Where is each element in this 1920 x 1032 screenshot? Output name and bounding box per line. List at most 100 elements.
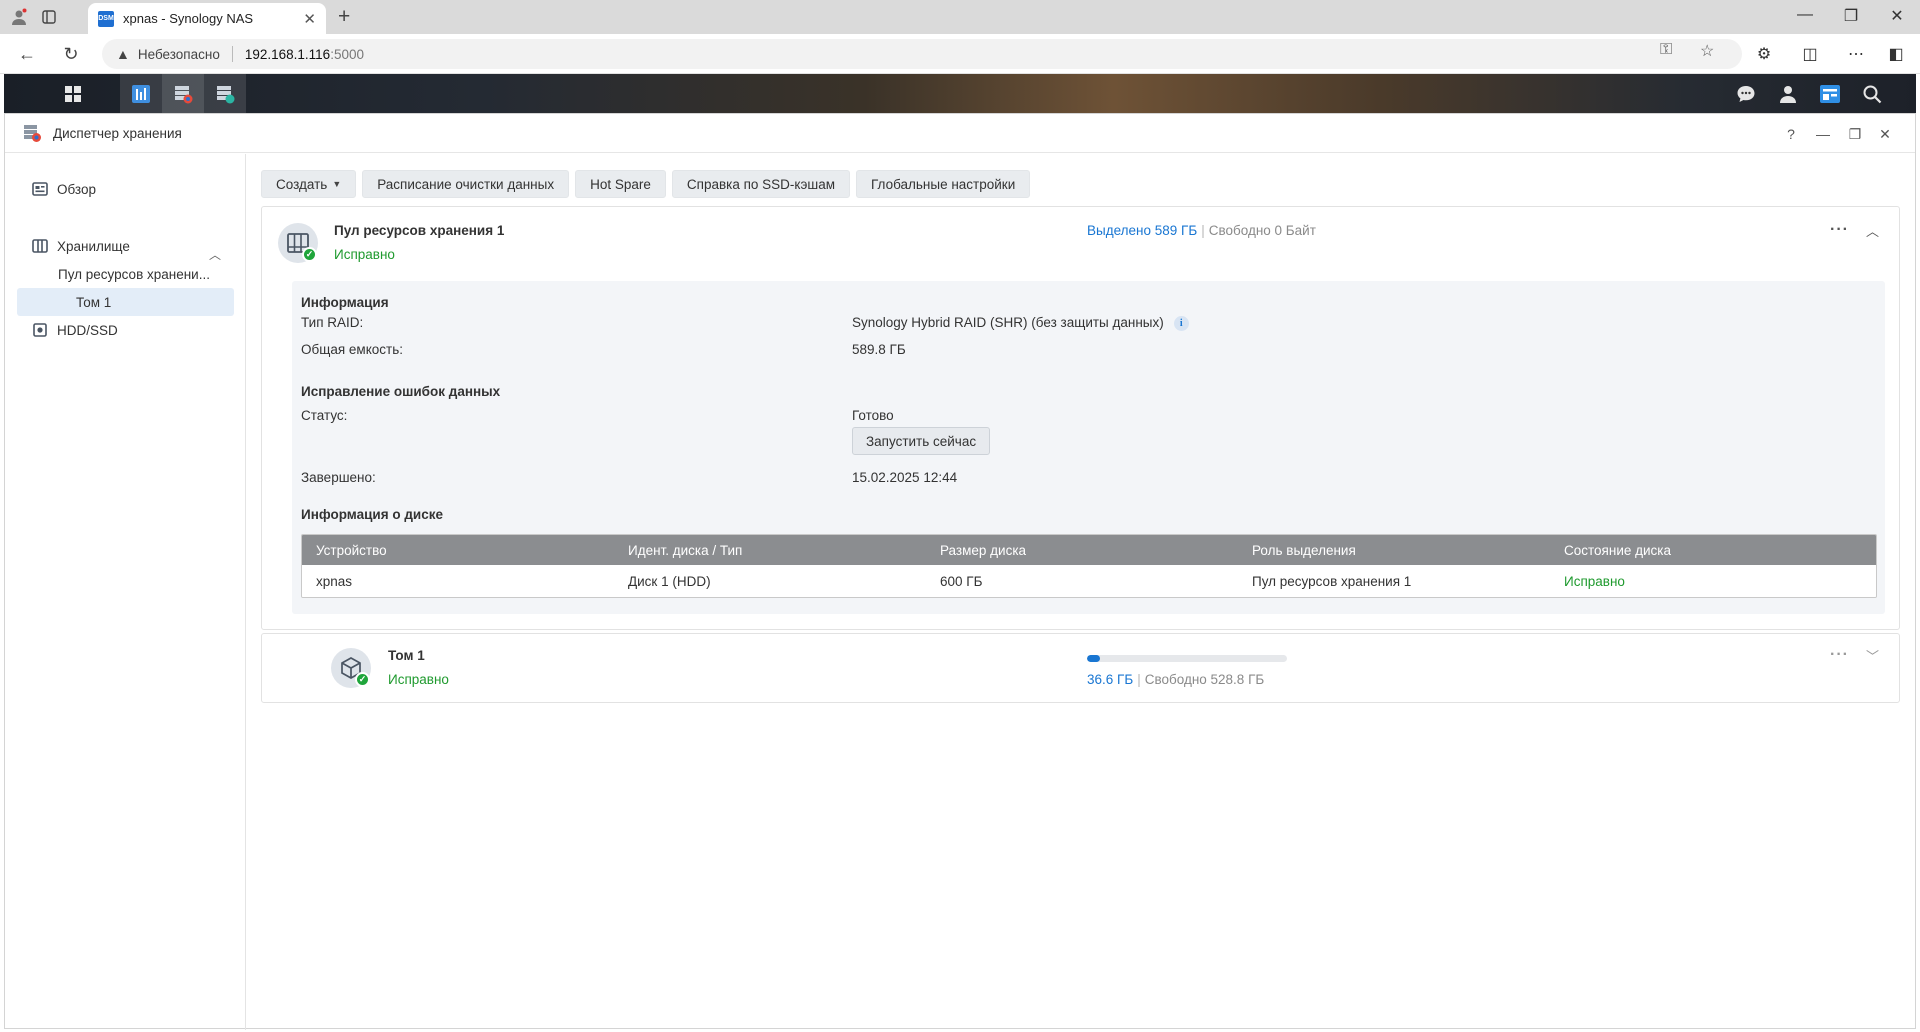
split-screen-icon[interactable]: ◫	[1799, 44, 1821, 64]
ssd-cache-advisor-button[interactable]: Справка по SSD-кэшам	[671, 170, 850, 198]
minimize-icon[interactable]: —	[1790, 6, 1820, 24]
more-options-icon[interactable]: ⋯	[1845, 44, 1867, 64]
volume-usage: 36.6 ГБ | Свободно 528.8 ГБ	[1087, 672, 1264, 687]
create-button-label: Создать	[276, 176, 328, 192]
storage-app-icon[interactable]	[204, 74, 246, 113]
expand-icon[interactable]: ﹀	[1866, 646, 1879, 665]
chat-icon[interactable]	[1726, 74, 1766, 113]
raid-type-value: Synology Hybrid RAID (SHR) (без защиты д…	[852, 315, 1189, 331]
favorite-star-icon[interactable]: ☆	[1700, 41, 1714, 61]
window-maximize-icon[interactable]: ❐	[1843, 123, 1867, 145]
volume-usage-fill	[1087, 655, 1100, 662]
widgets-icon[interactable]	[1810, 74, 1850, 113]
column-header[interactable]: Роль выделения	[1238, 543, 1550, 558]
storage-manager-window: Диспетчер хранения ? — ❐ ✕ Обзор Хранили…	[4, 113, 1916, 1030]
sidebar-item-storage[interactable]: Хранилище	[17, 232, 130, 260]
storage-manager-icon	[24, 125, 41, 142]
user-icon[interactable]	[1768, 74, 1808, 113]
extensions-icon[interactable]: ⚙	[1753, 44, 1775, 64]
more-actions-icon[interactable]: ···	[1830, 221, 1849, 239]
storage-pool-status: Исправно	[334, 247, 395, 262]
column-header[interactable]: Состояние диска	[1550, 543, 1862, 558]
back-icon[interactable]: ←	[16, 43, 38, 65]
free-size: Свободно 0 Байт	[1208, 223, 1316, 238]
close-tab-icon[interactable]: ✕	[303, 10, 316, 28]
sidebar-item-storage-pool[interactable]: Пул ресурсов хранени...	[58, 260, 238, 288]
browser-tab-bar: DSM xpnas - Synology NAS ✕ + — ❐ ✕	[0, 0, 1920, 34]
storage-pool-header[interactable]: ✓ Пул ресурсов хранения 1 Исправно Выдел…	[262, 207, 1899, 279]
storage-pool-card: ✓ Пул ресурсов хранения 1 Исправно Выдел…	[261, 206, 1900, 630]
used-size: 36.6 ГБ	[1087, 672, 1134, 687]
storage-pool-usage: Выделено 589 ГБ | Свободно 0 Байт	[1087, 223, 1316, 238]
scrub-status-value: Готово	[852, 408, 894, 423]
run-now-button[interactable]: Запустить сейчас	[852, 427, 991, 455]
column-header[interactable]: Устройство	[302, 543, 614, 558]
control-panel-app-icon[interactable]	[120, 74, 162, 113]
table-cell: 600 ГБ	[940, 573, 983, 589]
disk-info-table: Устройство Идент. диска / Тип Размер дис…	[301, 534, 1877, 598]
window-minimize-icon[interactable]: —	[1811, 123, 1835, 145]
volume-name: Том 1	[388, 648, 425, 663]
info-icon[interactable]: i	[1173, 315, 1189, 331]
volume-card[interactable]: ✓ Том 1 Исправно 36.6 ГБ | Свободно 528.8 …	[261, 633, 1900, 703]
sidebar-item-volume-1[interactable]: Том 1	[17, 288, 234, 316]
tab-title: xpnas - Synology NAS	[123, 11, 254, 26]
usage-separator: |	[1201, 223, 1205, 238]
total-capacity-label: Общая емкость:	[301, 342, 403, 357]
status-ok-icon: ✓	[302, 247, 317, 262]
status-ok-icon: ✓	[355, 672, 370, 687]
table-header: Устройство Идент. диска / Тип Размер дис…	[302, 535, 1876, 565]
help-icon[interactable]: ?	[1779, 123, 1803, 145]
reload-icon[interactable]: ↻	[60, 43, 82, 65]
scrub-schedule-button[interactable]: Расписание очистки данных	[362, 170, 570, 198]
column-header[interactable]: Идент. диска / Тип	[614, 543, 926, 558]
restore-icon[interactable]: ❐	[1836, 6, 1866, 26]
volume-usage-bar	[1087, 655, 1287, 662]
collapse-icon[interactable]: ︿	[1866, 221, 1879, 240]
sidebar-toggle-icon[interactable]: ◧	[1885, 44, 1907, 64]
window-title-bar: Диспетчер хранения	[5, 114, 1915, 153]
sidebar-item-hdd-ssd[interactable]: HDD/SSD	[17, 316, 118, 344]
search-icon[interactable]	[1852, 74, 1892, 113]
table-cell: xpnas	[316, 573, 353, 589]
raid-type-text: Synology Hybrid RAID (SHR) (без защиты д…	[852, 315, 1164, 330]
storage-pool-name: Пул ресурсов хранения 1	[334, 223, 505, 238]
raid-type-label: Тип RAID:	[301, 315, 364, 330]
new-tab-icon[interactable]: +	[338, 5, 350, 29]
free-size: Свободно 528.8 ГБ	[1144, 672, 1265, 687]
sidebar-item-label: HDD/SSD	[57, 322, 118, 338]
window-close-icon[interactable]: ✕	[1873, 123, 1897, 145]
scrub-status-label: Статус:	[301, 408, 348, 423]
disk-info-section-title: Информация о диске	[301, 507, 443, 522]
table-cell: Пул ресурсов хранения 1	[1252, 573, 1412, 589]
main-menu-icon[interactable]	[52, 74, 94, 113]
more-actions-icon[interactable]: ···	[1830, 646, 1849, 664]
close-window-icon[interactable]: ✕	[1882, 6, 1912, 26]
profile-icon[interactable]	[8, 6, 30, 28]
finished-value: 15.02.2025 12:44	[852, 470, 958, 485]
url-port: :5000	[330, 46, 364, 62]
column-header[interactable]: Размер диска	[926, 543, 1238, 558]
global-settings-button[interactable]: Глобальные настройки	[856, 170, 1031, 198]
tab-actions-icon[interactable]	[38, 6, 60, 28]
url-field[interactable]: ▲ Небезопасно 192.168.1.116 :5000	[102, 39, 1742, 69]
scrub-section-title: Исправление ошибок данных	[301, 384, 501, 399]
storage-pool-details: Информация Тип RAID: Synology Hybrid RAI…	[292, 281, 1885, 614]
dsm-favicon-icon: DSM	[98, 10, 114, 27]
allocated-size: Выделено 589 ГБ	[1087, 223, 1198, 238]
finished-label: Завершено:	[301, 470, 376, 485]
info-section-title: Информация	[301, 295, 389, 310]
password-key-icon[interactable]: ⚿	[1660, 41, 1672, 59]
table-cell: Диск 1 (HDD)	[628, 573, 711, 589]
create-button[interactable]: Создать ▼	[261, 170, 357, 198]
disk-status-cell: Исправно	[1564, 573, 1625, 589]
omnibox-divider	[231, 46, 233, 62]
browser-address-bar: ← ↻ ▲ Небезопасно 192.168.1.116 :5000 ⚿ …	[0, 34, 1920, 74]
table-row[interactable]: xpnas Диск 1 (HDD) 600 ГБ Пул ресурсов х…	[302, 565, 1876, 597]
browser-tab[interactable]: DSM xpnas - Synology NAS ✕	[88, 3, 326, 34]
toolbar: Создать ▼ Расписание очистки данных Hot …	[261, 170, 1031, 198]
hot-spare-button[interactable]: Hot Spare	[575, 170, 666, 198]
volume-status: Исправно	[388, 672, 449, 687]
storage-manager-app-icon[interactable]	[162, 74, 204, 113]
sidebar-item-overview[interactable]: Обзор	[17, 175, 96, 203]
